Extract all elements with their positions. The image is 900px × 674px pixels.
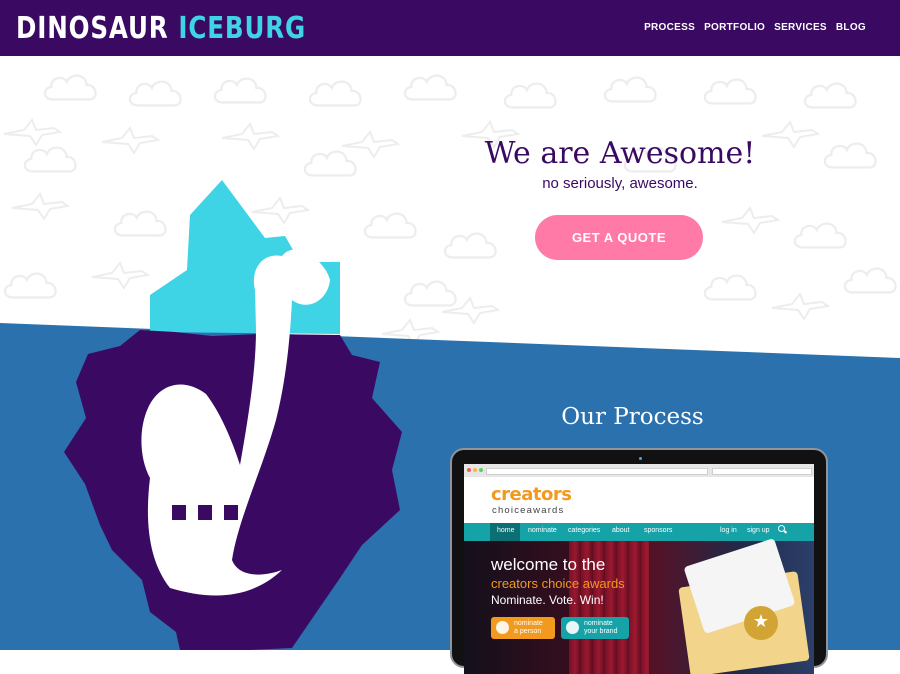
showcase-nav-home[interactable]: home: [497, 527, 515, 534]
showcase-welcome-line2: creators choice awards: [491, 576, 625, 591]
globe-icon: [496, 621, 509, 634]
showcase-nav-sponsors[interactable]: sponsors: [644, 527, 672, 534]
nominate-person-line2: a person: [514, 628, 542, 635]
showcase-logo-top: creators: [491, 484, 572, 505]
browser-search-bar: [712, 468, 812, 475]
nominate-person-line1: nominate: [514, 620, 543, 627]
showcase-nav-nominate[interactable]: nominate: [528, 527, 557, 534]
showcase-logo-bottom: choiceawards: [492, 505, 565, 516]
nominate-brand-line2: your brand: [584, 628, 618, 635]
laptop-screen: creators choiceawards home nominate cate…: [464, 464, 814, 674]
star-medal-icon: ★: [744, 606, 778, 640]
laptop-mockup: creators choiceawards home nominate cate…: [450, 448, 828, 674]
showcase-nav-sign-up[interactable]: sign up: [747, 527, 770, 534]
browser-toolbar: [464, 464, 814, 477]
browser-maximize-dot: [479, 468, 483, 472]
nominate-person-button[interactable]: nominate a person: [491, 617, 555, 639]
browser-close-dot: [467, 468, 471, 472]
showcase-nav-categories[interactable]: categories: [568, 527, 600, 534]
showcase-welcome-line1: welcome to the: [491, 555, 606, 574]
webcam-dot: [639, 457, 642, 460]
process-heading: Our Process: [561, 404, 704, 430]
nominate-brand-line1: nominate: [584, 620, 613, 627]
browser-minimize-dot: [473, 468, 477, 472]
showcase-nav-log-in[interactable]: log in: [720, 527, 737, 534]
briefcase-icon: [566, 621, 579, 634]
showcase-nav: home nominate categories about sponsors …: [464, 523, 814, 541]
nominate-brand-button[interactable]: nominate your brand: [561, 617, 629, 639]
showcase-nav-about[interactable]: about: [612, 527, 630, 534]
showcase-welcome-line3: Nominate. Vote. Win!: [491, 593, 604, 607]
search-icon[interactable]: [778, 525, 785, 532]
browser-url-bar: [486, 468, 708, 475]
